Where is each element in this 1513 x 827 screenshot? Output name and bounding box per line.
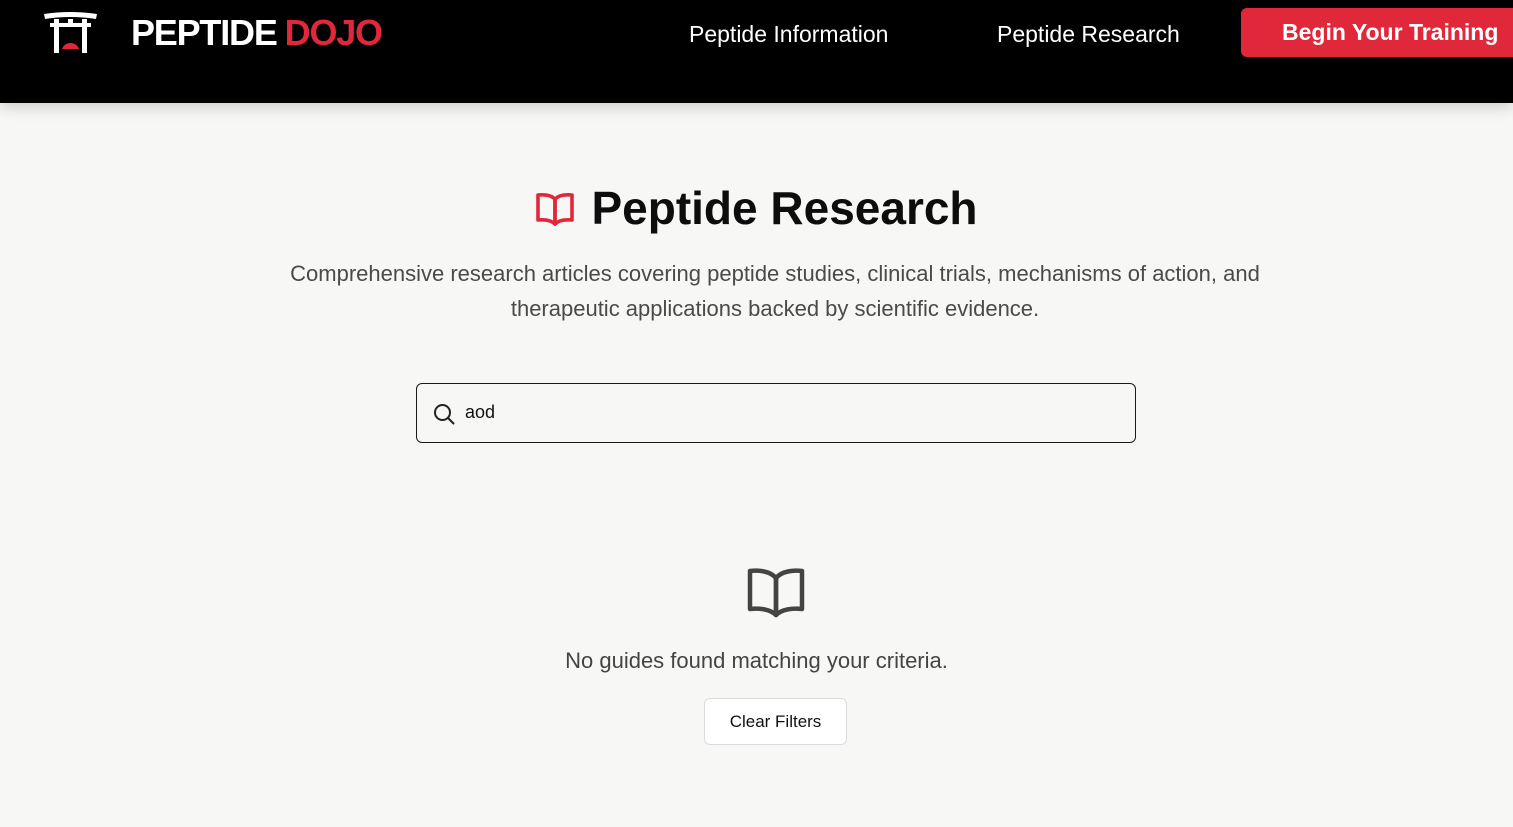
top-navbar: PEPTIDE DOJO Peptide Information Peptide … xyxy=(0,0,1513,103)
page-heading: Peptide Research xyxy=(0,180,1513,236)
search-input[interactable] xyxy=(465,384,1125,441)
search-box[interactable] xyxy=(416,383,1136,443)
begin-training-button[interactable]: Begin Your Training xyxy=(1241,8,1513,57)
brand-word-peptide: PEPTIDE xyxy=(131,12,278,53)
search-icon xyxy=(434,404,455,425)
brand-logo[interactable]: PEPTIDE DOJO xyxy=(131,12,383,54)
brand-word-dojo: DOJO xyxy=(284,12,383,53)
nav-link-peptide-information[interactable]: Peptide Information xyxy=(689,20,888,48)
nav-link-peptide-research[interactable]: Peptide Research xyxy=(997,20,1180,48)
page-subtitle: Comprehensive research articles covering… xyxy=(290,261,1260,321)
open-book-icon xyxy=(747,568,805,618)
empty-state-message: No guides found matching your criteria. xyxy=(565,648,948,673)
page-title: Peptide Research xyxy=(591,182,978,234)
open-book-icon xyxy=(536,193,575,226)
torii-gate-icon[interactable] xyxy=(42,11,99,53)
clear-filters-button[interactable]: Clear Filters xyxy=(704,698,847,745)
